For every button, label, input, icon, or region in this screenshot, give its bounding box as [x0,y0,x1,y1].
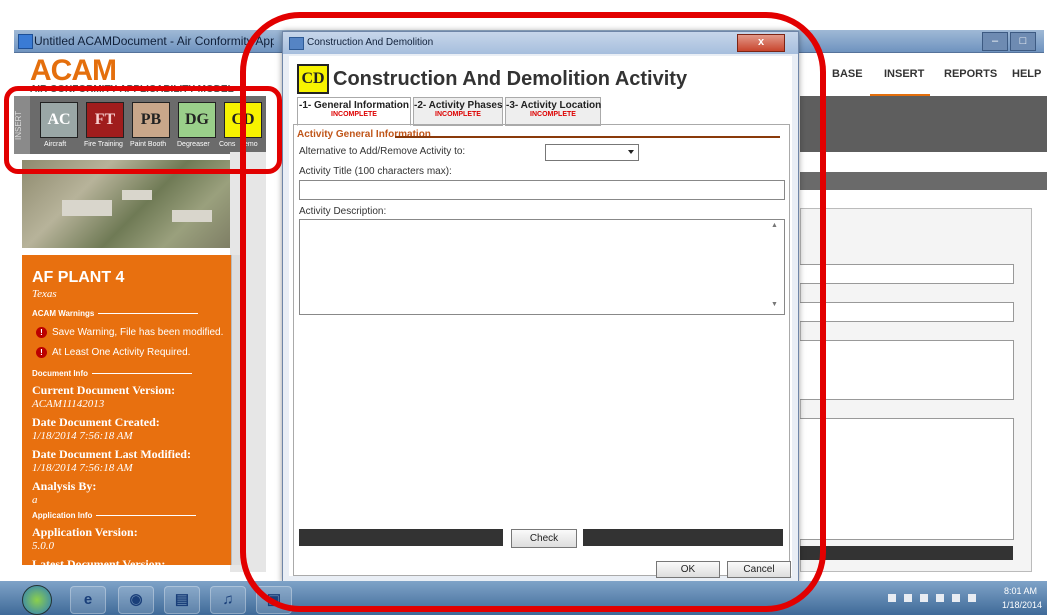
app-logo: ACAM [30,54,117,87]
menu-bar: BASE INSERT REPORTS HELP [790,58,1047,96]
doc-info-header: Document Info [32,369,192,378]
app-info-key: Application Version: [32,525,138,539]
doc-info-value: a [32,494,38,506]
app-window-controls: – □ [982,32,1042,51]
app-info-value: 5.0.0 [32,540,54,552]
file-explorer-icon[interactable]: ▤ [164,586,200,614]
doc-info-key: Analysis By: [32,479,97,493]
plant-info-panel: AF PLANT 4 Texas ACAM Warnings ! Save War… [22,255,231,565]
ribbon-background [800,96,1047,152]
menu-insert[interactable]: INSERT [884,68,924,80]
doc-info-value: 1/18/2014 7:56:18 AM [32,430,133,442]
content-header-bar [800,172,1047,190]
clock-time[interactable]: 8:01 AM [1004,586,1037,596]
menu-reports[interactable]: REPORTS [944,68,997,80]
warning-item: ! Save Warning, File has been modified. [36,327,223,338]
warning-icon: ! [36,327,47,338]
tray-flag-icon[interactable] [920,594,928,602]
doc-info-key: Date Document Created: [32,415,160,429]
warning-icon: ! [36,347,47,358]
music-player-icon[interactable]: ♫ [210,586,246,614]
background-field [800,340,1014,400]
doc-info-key: Current Document Version: [32,383,176,397]
menu-help[interactable]: HELP [1012,68,1041,80]
highlight-dialog-annotation [240,12,826,612]
doc-info-value: 1/18/2014 7:56:18 AM [32,462,133,474]
tray-network-icon[interactable] [904,594,912,602]
start-button[interactable] [22,585,52,615]
background-field [800,418,1014,540]
tray-arrow-icon[interactable] [888,594,896,602]
internet-explorer-icon[interactable]: e [70,586,106,614]
plant-state: Texas [32,288,57,300]
app-window-title: Untitled ACAMDocument - Air Conformity A… [34,34,274,48]
background-field [800,302,1014,322]
minimize-button[interactable]: – [982,32,1008,51]
warning-item: ! At Least One Activity Required. [36,347,190,358]
clock-date[interactable]: 1/18/2014 [1002,600,1042,610]
maximize-button[interactable]: □ [1010,32,1036,51]
plant-name: AF PLANT 4 [32,269,125,286]
menu-base[interactable]: BASE [832,68,863,80]
doc-info-value: ACAM11142013 [32,398,105,410]
doc-info-key: Date Document Last Modified: [32,447,191,461]
warnings-header: ACAM Warnings [32,309,199,318]
app-info-header: Application Info [32,511,197,520]
app-icon [18,34,33,49]
app-info-key: Latest Document Version: [32,557,166,565]
tray-signal-icon[interactable] [952,594,960,602]
background-field [800,264,1014,284]
tray-battery-icon[interactable] [936,594,944,602]
tray-volume-icon[interactable] [968,594,976,602]
media-player-icon[interactable]: ◉ [118,586,154,614]
background-bar [800,546,1013,560]
